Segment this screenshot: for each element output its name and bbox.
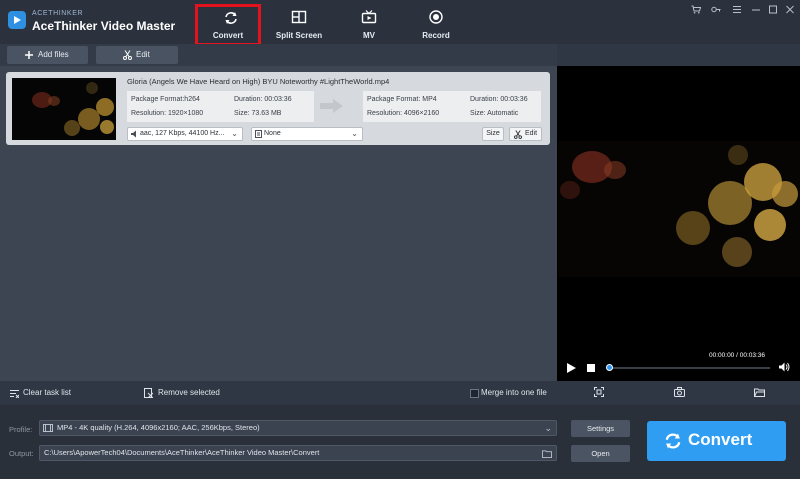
subtitle-dropdown[interactable]: None ⌄ [251,127,363,141]
source-resolution: Resolution: 1920×1080 [131,110,204,117]
film-icon [43,424,53,432]
output-label: Output: [9,449,34,458]
tab-split-screen-label: Split Screen [275,31,323,40]
open-button[interactable]: Open [571,445,630,462]
camera-icon[interactable] [674,387,685,397]
output-size: Size: Automatic [470,110,519,117]
seek-handle[interactable] [606,364,613,371]
volume-icon[interactable] [779,362,790,372]
folder-icon[interactable] [542,449,552,458]
subtitle-value: None [264,130,281,137]
tab-mv-label: MV [363,31,375,40]
minimize-icon[interactable] [750,5,762,15]
speaker-icon [131,130,136,138]
audio-track-value: aac, 127 Kbps, 44100 Hz... [140,130,225,137]
settings-button[interactable]: Settings [571,420,630,437]
profile-value: MP4 - 4K quality (H.264, 4096x2160; AAC,… [57,423,260,432]
chevron-down-icon: ⌄ [351,129,358,138]
chevron-down-icon: ⌄ [231,129,238,138]
remove-selected-button[interactable]: Remove selected [158,388,220,397]
plus-icon [25,51,33,59]
profile-label: Profile: [9,425,33,434]
maximize-icon[interactable] [767,5,779,15]
brand-subtitle: ACETHINKER [32,10,84,17]
output-duration: Duration: 00:03:36 [470,96,528,103]
output-path-value: C:\Users\ApowerTech04\Documents\AceThink… [44,448,320,457]
clear-list-icon [10,390,19,398]
clear-task-list-button[interactable]: Clear task list [23,388,71,397]
edit-label: Edit [136,50,150,59]
output-package-format: Package Format: MP4 [367,96,437,103]
merge-checkbox[interactable] [470,389,479,398]
convert-button[interactable]: Convert [647,421,786,461]
convert-button-label: Convert [688,430,753,449]
split-screen-icon [291,10,307,24]
tab-split-screen[interactable]: Split Screen [266,5,332,45]
add-files-label: Add files [38,50,69,59]
key-icon[interactable] [710,5,722,15]
task-edit-button[interactable]: Edit [509,127,542,141]
edit-button[interactable]: Edit [96,46,178,64]
stop-icon[interactable] [587,364,595,372]
task-filename: Gloria (Angels We Have Heard on High) BY… [127,77,390,86]
size-button[interactable]: Size [482,127,504,141]
audio-track-dropdown[interactable]: aac, 127 Kbps, 44100 Hz... ⌄ [127,127,243,141]
refresh-icon [225,12,237,24]
record-icon [429,10,443,24]
source-size: Size: 73.63 MB [234,110,282,117]
output-path-field[interactable]: C:\Users\ApowerTech04\Documents\AceThink… [39,445,557,461]
app-logo-icon [8,11,26,29]
fullscreen-icon[interactable] [594,387,604,397]
seek-bar[interactable] [609,367,770,369]
preview-frame [558,141,800,277]
chevron-down-icon: ⌄ [544,423,552,433]
tab-convert[interactable]: Convert [195,4,261,46]
video-thumbnail [12,78,116,140]
scissors-icon [123,50,132,60]
cart-icon[interactable] [690,5,702,15]
tab-mv[interactable]: MV [336,5,402,45]
scissors-icon [514,130,522,139]
tab-record-label: Record [422,31,450,40]
play-icon[interactable] [567,363,576,373]
task-edit-label: Edit [525,130,538,137]
folder-icon[interactable] [754,387,765,397]
convert-arrow-icon [320,99,343,113]
tv-icon [361,10,377,24]
close-icon[interactable] [784,5,796,15]
document-icon [255,130,262,138]
source-package-format: Package Format:h264 [131,96,200,103]
profile-select[interactable]: MP4 - 4K quality (H.264, 4096x2160; AAC,… [39,420,557,436]
tab-record[interactable]: Record [403,5,469,45]
menu-icon[interactable] [731,5,743,15]
refresh-icon [665,433,681,449]
merge-label: Merge into one file [481,388,547,397]
player-timecode: 00:00:00 / 00:03:36 [709,352,766,359]
output-resolution: Resolution: 4096×2160 [367,110,440,117]
add-files-button[interactable]: Add files [7,46,88,64]
remove-file-icon [144,388,153,398]
source-duration: Duration: 00:03:36 [234,96,292,103]
tab-convert-label: Convert [212,31,244,40]
app-title: AceThinker Video Master [32,19,176,33]
